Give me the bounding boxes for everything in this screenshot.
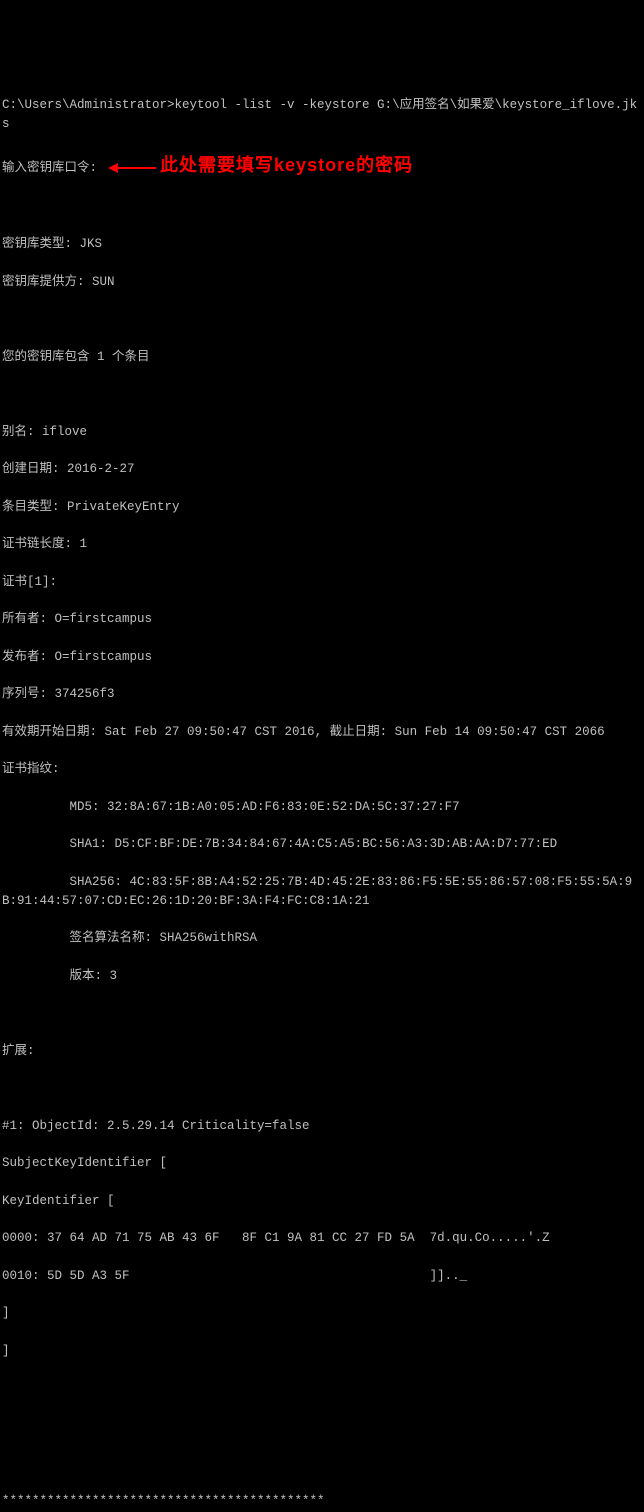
separator-1: ****************************************…	[2, 1492, 642, 1511]
extensions-label: 扩展:	[2, 1042, 642, 1061]
provider: 密钥库提供方: SUN	[2, 273, 642, 292]
sha256: SHA256: 4C:83:5F:8B:A4:52:25:7B:4D:45:2E…	[2, 873, 642, 911]
hexdump-2: 0010: 5D 5D A3 5F ]].._	[2, 1267, 642, 1286]
created-date: 创建日期: 2016-2-27	[2, 460, 642, 479]
fingerprints-label: 证书指纹:	[2, 760, 642, 779]
password-prompt-row: 输入密钥库口令: 此处需要填写keystore的密码	[2, 152, 642, 179]
sha1: SHA1: D5:CF:BF:DE:7B:34:84:67:4A:C5:A5:B…	[2, 835, 642, 854]
md5: MD5: 32:8A:67:1B:A0:05:AD:F6:83:0E:52:DA…	[2, 798, 642, 817]
command-line: C:\Users\Administrator>keytool -list -v …	[2, 96, 642, 134]
issuer: 发布者: O=firstcampus	[2, 648, 642, 667]
entry-count: 您的密钥库包含 1 个条目	[2, 348, 642, 367]
entry-type: 条目类型: PrivateKeyEntry	[2, 498, 642, 517]
ext-ki: KeyIdentifier [	[2, 1192, 642, 1211]
password-prompt: 输入密钥库口令:	[2, 161, 97, 175]
arrow-icon	[116, 167, 156, 169]
hexdump-1: 0000: 37 64 AD 71 75 AB 43 6F 8F C1 9A 8…	[2, 1229, 642, 1248]
version: 版本: 3	[2, 967, 642, 986]
ext-ski: SubjectKeyIdentifier [	[2, 1154, 642, 1173]
close-bracket-1: ]	[2, 1304, 642, 1323]
validity: 有效期开始日期: Sat Feb 27 09:50:47 CST 2016, 截…	[2, 723, 642, 742]
alias: 别名: iflove	[2, 423, 642, 442]
annotation-text: 此处需要填写keystore的密码	[160, 155, 413, 175]
terminal-output: C:\Users\Administrator>keytool -list -v …	[2, 77, 642, 1512]
cert-header: 证书[1]:	[2, 573, 642, 592]
ext-objectid: #1: ObjectId: 2.5.29.14 Criticality=fals…	[2, 1117, 642, 1136]
owner: 所有者: O=firstcampus	[2, 610, 642, 629]
store-type: 密钥库类型: JKS	[2, 235, 642, 254]
serial: 序列号: 374256f3	[2, 685, 642, 704]
close-bracket-2: ]	[2, 1342, 642, 1361]
sig-alg: 签名算法名称: SHA256withRSA	[2, 929, 642, 948]
chain-length: 证书链长度: 1	[2, 535, 642, 554]
